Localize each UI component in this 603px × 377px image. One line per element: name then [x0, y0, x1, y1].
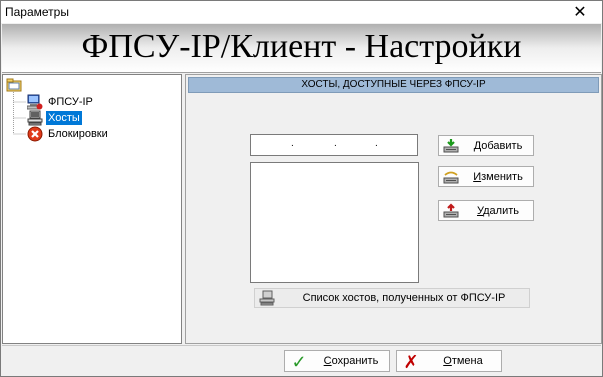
edit-button[interactable]: Изменить [438, 166, 534, 187]
close-icon: ✕ [573, 4, 587, 21]
hosts-panel: ХОСТЫ, ДОСТУПНЫЕ ЧЕРЕЗ ФПСУ-IP . . . Доб… [185, 74, 602, 344]
footer-divider [2, 345, 601, 346]
settings-window: Параметры ✕ ФПСУ-IP/Клиент - Настройки Ф… [0, 0, 603, 377]
banner-title: ФПСУ-IP/Клиент - Настройки [81, 28, 522, 65]
button-label: охранить [331, 355, 379, 367]
button-label: обавить [481, 139, 523, 152]
title-bar: Параметры ✕ [1, 1, 602, 23]
delete-button[interactable]: Удалить [438, 200, 534, 221]
cross-icon: ✗ [403, 352, 419, 372]
button-label: тмена [451, 355, 483, 367]
tree-lines [13, 92, 26, 135]
panel-header: ХОСТЫ, ДОСТУПНЫЕ ЧЕРЕЗ ФПСУ-IP [188, 77, 599, 93]
close-button[interactable]: ✕ [558, 1, 602, 23]
folder-settings-icon [6, 78, 22, 92]
tree-item-fpsu-ip[interactable]: ФПСУ-IP [27, 94, 95, 110]
ip-separator: . [375, 138, 378, 149]
ip-separator: . [291, 138, 294, 149]
edit-host-icon [443, 171, 459, 183]
settings-tree[interactable]: ФПСУ-IP Хосты Блокировки [2, 74, 182, 344]
window-title: Параметры [5, 5, 69, 19]
button-label: зменить [481, 170, 523, 183]
blocked-icon [27, 126, 43, 142]
tree-item-label: Хосты [46, 111, 82, 125]
hosts-list[interactable] [250, 162, 419, 283]
check-icon: ✓ [291, 352, 307, 372]
save-button[interactable]: ✓ Сохранить [284, 350, 390, 372]
ip-separator: . [334, 138, 337, 149]
tree-item-blocks[interactable]: Блокировки [27, 126, 110, 142]
tree-item-hosts[interactable]: Хосты [27, 110, 82, 126]
fetch-hosts-button[interactable]: Список хостов, полученных от ФПСУ-IP [254, 288, 530, 308]
button-label: Список хостов, полученных от ФПСУ-IP [302, 292, 506, 304]
button-label: далить [483, 204, 519, 217]
mnemonic-letter: С [323, 355, 332, 367]
tree-item-label: ФПСУ-IP [48, 96, 93, 108]
mnemonic-letter: И [473, 170, 482, 183]
ip-address-input[interactable]: . . . [250, 134, 418, 156]
tree-item-label: Блокировки [48, 128, 108, 140]
host-computers-icon [27, 110, 43, 126]
banner: ФПСУ-IP/Клиент - Настройки [2, 24, 601, 73]
computer-key-icon [27, 94, 43, 110]
delete-host-icon [443, 202, 459, 217]
host-list-icon [259, 290, 275, 306]
cancel-button[interactable]: ✗ Отмена [396, 350, 502, 372]
mnemonic-letter: О [443, 355, 452, 367]
add-button[interactable]: Добавить [438, 135, 534, 156]
add-host-icon [443, 138, 459, 152]
